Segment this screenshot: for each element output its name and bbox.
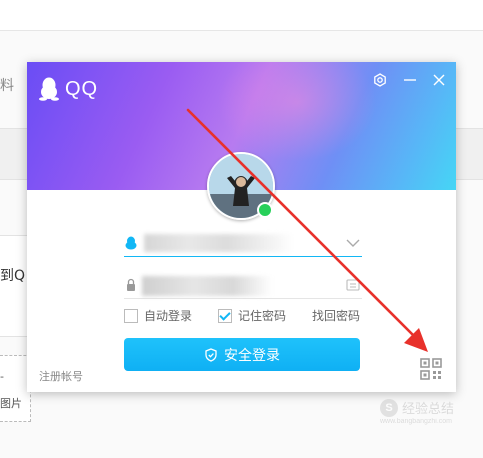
register-account-link[interactable]: 注册帐号 (39, 368, 83, 384)
background-upload-dash: - (0, 370, 4, 383)
password-redacted (142, 276, 272, 296)
minimize-button[interactable] (400, 70, 420, 90)
account-redacted (144, 234, 294, 252)
minimize-icon (404, 79, 416, 81)
close-button[interactable] (429, 70, 449, 90)
online-status-dot (257, 202, 273, 218)
password-field[interactable] (124, 272, 362, 299)
auto-login-label: 自动登录 (144, 309, 193, 323)
qr-code-icon[interactable] (420, 358, 442, 380)
watermark: S 经验总结 (380, 398, 454, 417)
login-options: 自动登录 记住密码 找回密码 (124, 307, 364, 325)
background-upload-label: 图片 (0, 397, 22, 410)
remember-password-checkbox[interactable] (218, 308, 232, 323)
secure-login-label: 安全登录 (224, 346, 280, 363)
close-icon (433, 74, 445, 86)
background-text-top: 料 (0, 78, 14, 94)
chevron-down-icon[interactable] (346, 237, 360, 249)
lock-icon (127, 278, 135, 291)
settings-button[interactable] (370, 70, 390, 90)
watermark-logo: S (380, 398, 398, 417)
keyboard-icon[interactable] (346, 278, 360, 292)
secure-login-button[interactable]: 安全登录 (124, 338, 360, 371)
app-name: QQ (65, 77, 99, 100)
find-password-link[interactable]: 找回密码 (312, 307, 360, 324)
watermark-url: www.bangbangzhi.com (380, 418, 452, 425)
qq-login-window: QQ 自动登录 记住密码 找回密码 安全登录 注册帐号 (27, 62, 456, 392)
remember-password-option[interactable]: 记住密码 (218, 307, 286, 324)
qq-penguin-icon (125, 236, 137, 250)
qq-penguin-logo-icon (39, 77, 59, 101)
header-glow (217, 62, 377, 162)
auto-login-option[interactable]: 自动登录 (124, 307, 192, 324)
shield-icon (205, 347, 217, 362)
settings-icon (374, 73, 386, 87)
auto-login-checkbox[interactable] (124, 308, 138, 323)
remember-password-label: 记住密码 (238, 309, 287, 323)
account-field[interactable] (124, 230, 362, 257)
watermark-text: 经验总结 (402, 402, 455, 417)
background-toolbar (0, 0, 483, 30)
qq-logo: QQ (39, 77, 98, 101)
background-text-mid: 到Q (0, 268, 26, 284)
